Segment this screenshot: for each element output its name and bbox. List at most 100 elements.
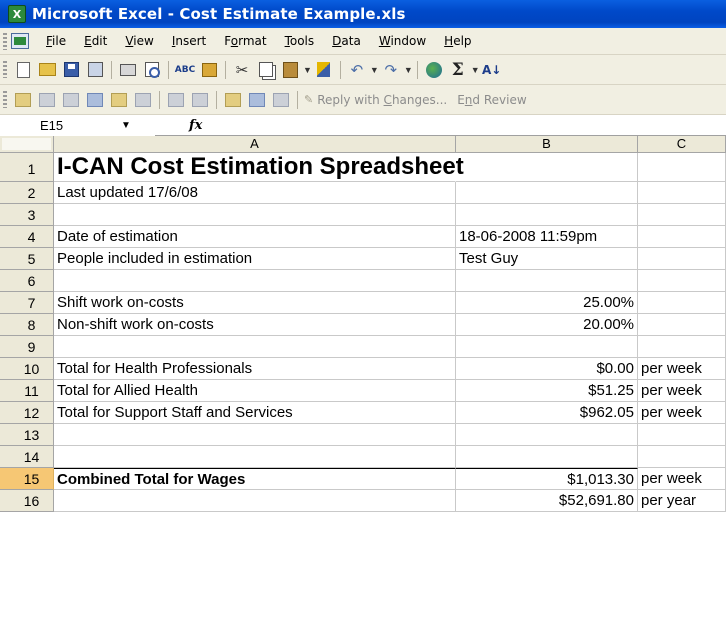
cell-a[interactable]: Total for Health Professionals [54,358,456,380]
cell-c[interactable]: per week [638,402,726,424]
cell-c[interactable]: per week [638,358,726,380]
cell-c[interactable] [638,204,726,226]
column-header-c[interactable]: C [638,136,726,153]
workbook-control-icon[interactable] [11,33,29,49]
cell-c[interactable] [638,270,726,292]
reviewing-pane-button[interactable] [270,89,292,111]
cell-b[interactable]: 25.00% [456,292,638,314]
cell-b[interactable] [456,153,638,182]
cell-b[interactable] [456,204,638,226]
open-button[interactable] [36,59,58,81]
insert-function-icon[interactable]: fx [189,118,202,133]
row-header[interactable]: 4 [0,226,54,248]
cell-c[interactable] [638,153,726,182]
cell-a[interactable]: Date of estimation [54,226,456,248]
row-header[interactable]: 11 [0,380,54,402]
menu-format[interactable]: Format [217,31,273,51]
spelling-button[interactable]: ABC [174,59,196,81]
permission-button[interactable] [84,59,106,81]
menu-window[interactable]: Window [372,31,433,51]
redo-button[interactable]: ↷ [380,59,402,81]
menu-tools[interactable]: Tools [278,31,322,51]
cell-b[interactable]: $0.00 [456,358,638,380]
cell-c[interactable]: per week [638,380,726,402]
menu-insert[interactable]: Insert [165,31,213,51]
menu-data[interactable]: Data [325,31,368,51]
cell-c[interactable] [638,248,726,270]
cell-c[interactable]: per week [638,468,726,490]
cell-a[interactable] [54,446,456,468]
name-box-dropdown-icon[interactable]: ▼ [121,120,131,131]
cell-a[interactable]: Last updated 17/6/08 [54,182,456,204]
print-button[interactable] [117,59,139,81]
column-header-a[interactable]: A [54,136,456,153]
track-changes-button[interactable] [165,89,187,111]
cell-c[interactable] [638,424,726,446]
menu-edit[interactable]: Edit [77,31,114,51]
cell-c[interactable] [638,446,726,468]
sort-ascending-button[interactable]: A↓ [481,59,503,81]
row-header-active[interactable]: 15 [0,468,54,490]
research-button[interactable] [198,59,220,81]
new-comment-button[interactable] [12,89,34,111]
worksheet-grid[interactable]: A B C 1 I-CAN Cost Estimation Spreadshee… [0,136,726,644]
menu-view[interactable]: View [118,31,160,51]
undo-button[interactable]: ↶ [346,59,368,81]
cell-b[interactable] [456,336,638,358]
cell-a[interactable]: Combined Total for Wages [54,468,456,490]
row-header[interactable]: 5 [0,248,54,270]
cell-c[interactable]: per year [638,490,726,512]
hyperlink-button[interactable] [423,59,445,81]
print-preview-button[interactable] [141,59,163,81]
cell-b[interactable] [456,424,638,446]
save-button[interactable] [60,59,82,81]
cell-b[interactable]: $51.25 [456,380,638,402]
row-header[interactable]: 9 [0,336,54,358]
cell-a[interactable]: Total for Allied Health [54,380,456,402]
autosum-button[interactable]: Σ [447,59,469,81]
copy-button[interactable] [255,59,277,81]
row-header[interactable]: 6 [0,270,54,292]
row-header[interactable]: 13 [0,424,54,446]
cell-c[interactable] [638,336,726,358]
cell-b[interactable] [456,270,638,292]
row-header[interactable]: 1 [0,153,54,182]
cell-c[interactable] [638,292,726,314]
column-header-b[interactable]: B [456,136,638,153]
show-all-comments-button[interactable] [108,89,130,111]
cell-a[interactable] [54,204,456,226]
cell-a1-sheet-title[interactable]: I-CAN Cost Estimation Spreadsheet [54,153,464,182]
cell-b[interactable]: $52,691.80 [456,490,638,512]
cell-a[interactable] [54,336,456,358]
cut-button[interactable]: ✂ [231,59,253,81]
cell-a[interactable]: Shift work on-costs [54,292,456,314]
row-header[interactable]: 3 [0,204,54,226]
cell-b[interactable] [456,182,638,204]
cell-b[interactable]: 20.00% [456,314,638,336]
update-file-button[interactable] [246,89,268,111]
cell-b[interactable] [456,446,638,468]
end-review-button[interactable]: End Review [457,93,526,107]
undo-dropdown-icon[interactable]: ▼ [370,65,379,75]
row-header[interactable]: 8 [0,314,54,336]
toolbar-grip[interactable] [3,61,7,78]
toolbar-grip[interactable] [3,91,7,108]
row-header[interactable]: 2 [0,182,54,204]
select-all-corner[interactable] [0,136,54,153]
ink-annotations-button[interactable] [222,89,244,111]
cell-c[interactable] [638,226,726,248]
excel-app-icon[interactable]: X [8,5,26,23]
delete-comment-button[interactable] [132,89,154,111]
previous-comment-button[interactable] [36,89,58,111]
format-painter-button[interactable] [313,59,335,81]
new-button[interactable] [12,59,34,81]
cell-b[interactable]: Test Guy [456,248,638,270]
paste-button[interactable] [279,59,301,81]
row-header[interactable]: 14 [0,446,54,468]
cell-b[interactable]: 18-06-2008 11:59pm [456,226,638,248]
show-comment-button[interactable] [84,89,106,111]
cell-a[interactable] [54,270,456,292]
reject-changes-button[interactable] [189,89,211,111]
next-comment-button[interactable] [60,89,82,111]
cell-c[interactable] [638,182,726,204]
